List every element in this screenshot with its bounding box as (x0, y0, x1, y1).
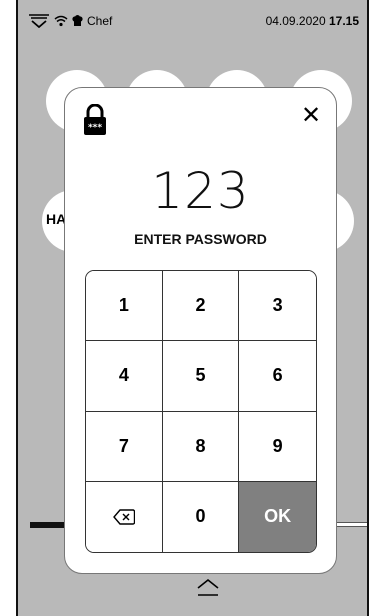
close-icon[interactable]: ✕ (298, 102, 324, 129)
background-slider-left (30, 522, 66, 528)
key-3[interactable]: 3 (239, 271, 316, 342)
key-6[interactable]: 6 (239, 341, 316, 412)
key-1[interactable]: 1 (86, 271, 163, 342)
key-7[interactable]: 7 (86, 411, 163, 482)
password-display: 123 (151, 162, 250, 220)
backspace-button[interactable] (86, 481, 163, 552)
profile-label: Chef (87, 14, 113, 28)
key-5[interactable]: 5 (162, 341, 240, 412)
backspace-icon (112, 509, 135, 525)
chef-hat-icon (72, 15, 83, 26)
eject-up-icon (197, 578, 219, 596)
time-text: 17.15 (328, 14, 359, 28)
key-4[interactable]: 4 (86, 341, 163, 412)
key-9[interactable]: 9 (239, 411, 316, 482)
numeric-keypad: 1 2 3 4 5 6 7 8 9 0 OK (85, 270, 317, 553)
lock-icon-text: *** (88, 123, 102, 133)
date-time: 04.09.2020 17.15 (266, 14, 359, 28)
device-screen: Chef 04.09.2020 17.15 HA *** ✕ 123 ENTER… (16, 0, 369, 616)
status-bar: Chef 04.09.2020 17.15 (18, 0, 367, 36)
key-2[interactable]: 2 (162, 271, 240, 342)
dropdown-menu-icon[interactable] (28, 14, 50, 28)
password-prompt-label: ENTER PASSWORD (134, 231, 267, 247)
background-slider-right (334, 522, 367, 527)
ok-button[interactable]: OK (239, 481, 316, 552)
key-0[interactable]: 0 (162, 481, 240, 552)
key-8[interactable]: 8 (162, 411, 240, 482)
status-left: Chef (28, 12, 112, 30)
wifi-icon (54, 15, 68, 27)
password-dialog: *** ✕ 123 ENTER PASSWORD 1 2 3 4 5 6 7 8… (64, 87, 337, 574)
lock-icon: *** (84, 104, 106, 135)
date-text: 04.09.2020 (265, 14, 326, 28)
